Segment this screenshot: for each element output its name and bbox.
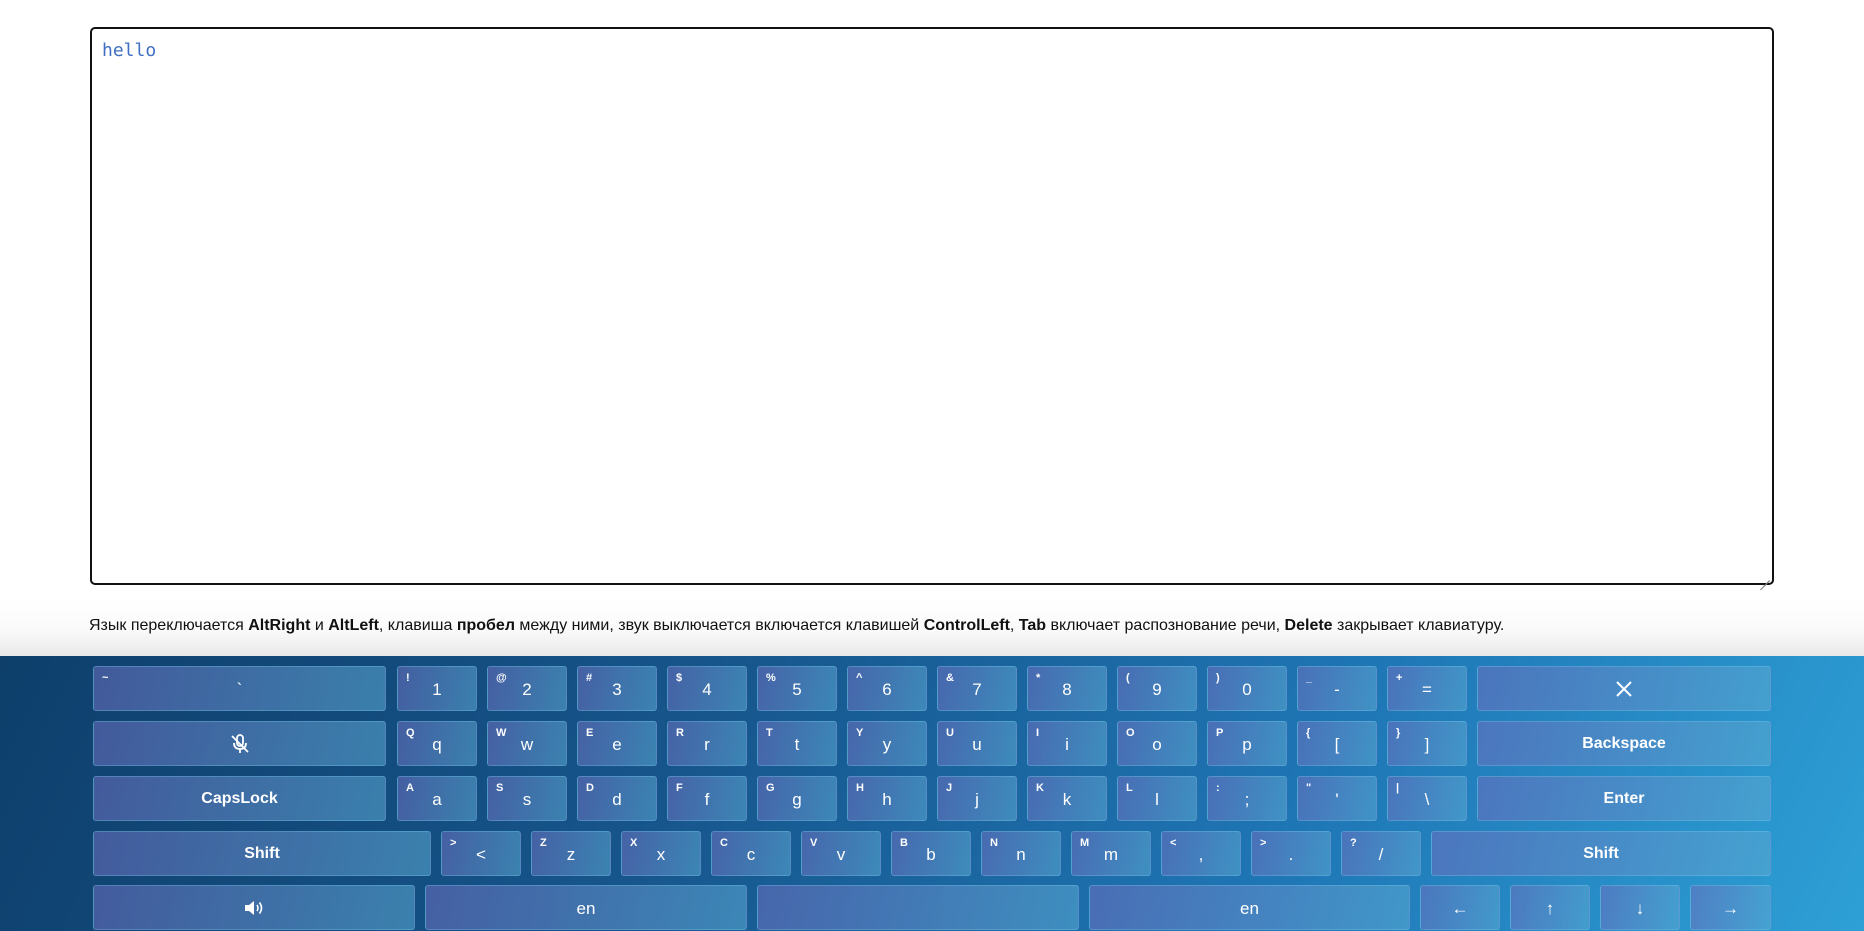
key-minus[interactable]: _ - <box>1297 666 1377 711</box>
key-m[interactable]: M m <box>1071 831 1151 876</box>
text-editor[interactable]: hello <box>90 27 1774 585</box>
key-x[interactable]: X x <box>621 831 701 876</box>
key-backspace[interactable]: Backspace <box>1477 721 1771 766</box>
mic-toggle-button[interactable] <box>93 721 386 766</box>
key-5[interactable]: % 5 <box>757 666 837 711</box>
key-p[interactable]: P p <box>1207 721 1287 766</box>
key-n[interactable]: N n <box>981 831 1061 876</box>
key-i[interactable]: I i <box>1027 721 1107 766</box>
key-c[interactable]: C c <box>711 831 791 876</box>
key-quote[interactable]: " ' <box>1297 776 1377 821</box>
key-shift-right[interactable]: Shift <box>1431 831 1771 876</box>
key-1[interactable]: ! 1 <box>397 666 477 711</box>
key-e[interactable]: E e <box>577 721 657 766</box>
key-lang-left[interactable]: en <box>425 885 747 930</box>
key-q[interactable]: Q q <box>397 721 477 766</box>
sound-toggle-button[interactable] <box>93 885 415 930</box>
mic-off-icon <box>230 733 249 753</box>
key-t[interactable]: T t <box>757 721 837 766</box>
key-j[interactable]: J j <box>937 776 1017 821</box>
key-bracket-left[interactable]: { [ <box>1297 721 1377 766</box>
key-r[interactable]: R r <box>667 721 747 766</box>
key-capslock[interactable]: CapsLock <box>93 776 386 821</box>
editor-content[interactable]: hello <box>102 40 156 61</box>
key-6[interactable]: ^ 6 <box>847 666 927 711</box>
key-7[interactable]: & 7 <box>937 666 1017 711</box>
key-w[interactable]: W w <box>487 721 567 766</box>
key-h[interactable]: H h <box>847 776 927 821</box>
key-bracket-right[interactable]: } ] <box>1387 721 1467 766</box>
key-space[interactable] <box>757 885 1079 930</box>
key-intl-backslash[interactable]: > < <box>441 831 521 876</box>
key-semicolon[interactable]: : ; <box>1207 776 1287 821</box>
key-period[interactable]: > . <box>1251 831 1331 876</box>
key-enter[interactable]: Enter <box>1477 776 1771 821</box>
key-a[interactable]: A a <box>397 776 477 821</box>
resize-grip-icon[interactable] <box>1760 571 1770 581</box>
key-4[interactable]: $ 4 <box>667 666 747 711</box>
key-backquote[interactable]: ~ ` <box>93 666 386 711</box>
key-v[interactable]: V v <box>801 831 881 876</box>
key-s[interactable]: S s <box>487 776 567 821</box>
key-d[interactable]: D d <box>577 776 657 821</box>
close-icon <box>1616 680 1632 697</box>
speaker-icon <box>245 900 263 915</box>
key-arrow-right[interactable]: → <box>1690 885 1771 930</box>
key-k[interactable]: K k <box>1027 776 1107 821</box>
key-0[interactable]: ) 0 <box>1207 666 1287 711</box>
key-shift-left[interactable]: Shift <box>93 831 431 876</box>
key-arrow-up[interactable]: ↑ <box>1510 885 1590 930</box>
key-8[interactable]: * 8 <box>1027 666 1107 711</box>
key-z[interactable]: Z z <box>531 831 611 876</box>
key-f[interactable]: F f <box>667 776 747 821</box>
key-lang-right[interactable]: en <box>1089 885 1410 930</box>
key-l[interactable]: L l <box>1117 776 1197 821</box>
key-equal[interactable]: + = <box>1387 666 1467 711</box>
key-3[interactable]: # 3 <box>577 666 657 711</box>
key-2[interactable]: @ 2 <box>487 666 567 711</box>
key-y[interactable]: Y y <box>847 721 927 766</box>
keyboard-hint: Язык переключается AltRight и AltLeft, к… <box>89 617 1505 634</box>
virtual-keyboard: ~ ` ! 1 @ 2 # 3 $ 4 % 5 ^ 6 & 7 * 8 ( 9 … <box>0 656 1864 931</box>
key-g[interactable]: G g <box>757 776 837 821</box>
close-keyboard-button[interactable] <box>1477 666 1771 711</box>
key-9[interactable]: ( 9 <box>1117 666 1197 711</box>
key-b[interactable]: B b <box>891 831 971 876</box>
key-comma[interactable]: < , <box>1161 831 1241 876</box>
key-slash[interactable]: ? / <box>1341 831 1421 876</box>
key-arrow-down[interactable]: ↓ <box>1600 885 1680 930</box>
key-u[interactable]: U u <box>937 721 1017 766</box>
key-o[interactable]: O o <box>1117 721 1197 766</box>
key-backslash[interactable]: | \ <box>1387 776 1467 821</box>
key-arrow-left[interactable]: ← <box>1420 885 1500 930</box>
